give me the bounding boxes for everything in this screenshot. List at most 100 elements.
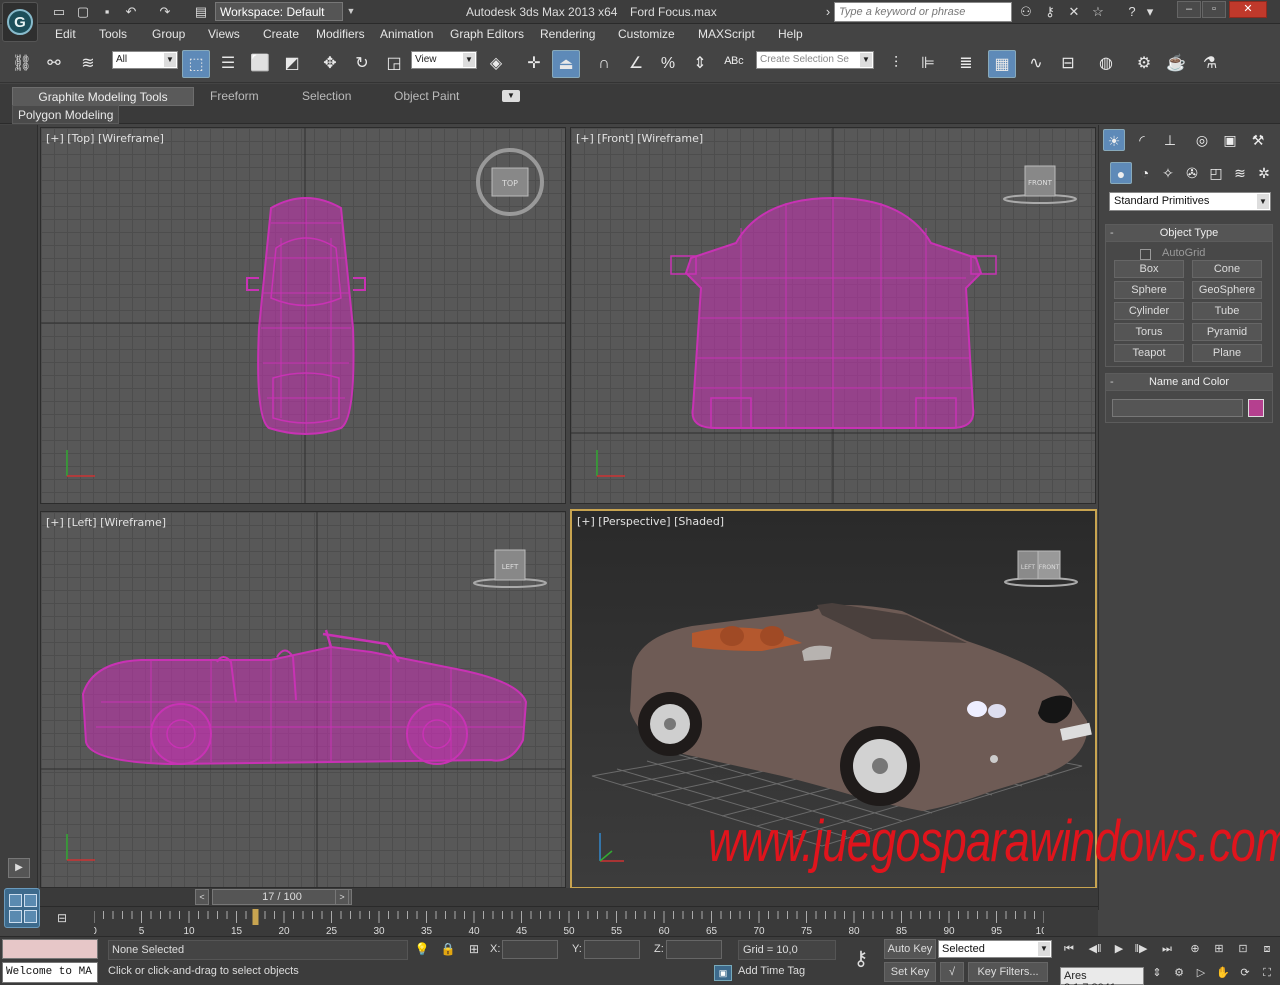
maximize-button[interactable]: ▫ (1202, 1, 1226, 18)
subscription-icon[interactable]: ⚷ (1040, 3, 1060, 21)
expand-panel-icon[interactable]: ▶ (8, 858, 30, 878)
orbit-icon[interactable]: ⟳ (1236, 965, 1254, 981)
track-bar[interactable]: ⊟ 05101520253035404550556065707580859095… (40, 906, 1098, 937)
cameras-icon[interactable]: ✇ (1181, 162, 1203, 184)
tab-object-paint[interactable]: Object Paint (384, 87, 469, 106)
zoom-icon[interactable]: ⊕ (1186, 941, 1204, 957)
set-key-button[interactable]: Set Key (884, 962, 936, 982)
menu-customize[interactable]: Customize (618, 27, 675, 41)
viewport-left[interactable]: LEFT [+] [Left] [Wireframe] (40, 511, 566, 888)
previous-frame-icon[interactable]: < (195, 889, 209, 905)
tab-freeform[interactable]: Freeform (200, 87, 269, 106)
modify-tab-icon[interactable]: ◜ (1131, 129, 1153, 151)
rollout-header[interactable]: - Name and Color (1106, 374, 1272, 391)
x-coordinate-field[interactable] (502, 940, 558, 959)
object-color-swatch[interactable] (1248, 399, 1264, 417)
communication-icon[interactable]: ✕ (1064, 3, 1084, 21)
bind-spacewarp-icon[interactable]: ≋ (74, 50, 102, 78)
viewport-label[interactable]: [+] [Top] [Wireframe] (46, 132, 164, 145)
minimize-button[interactable]: – (1177, 1, 1201, 18)
create-tab-icon[interactable]: ☀ (1103, 129, 1125, 151)
material-editor-icon[interactable]: ◍ (1092, 50, 1120, 78)
undo-icon[interactable]: ↶ (122, 3, 140, 21)
sphere-button[interactable]: Sphere (1114, 281, 1184, 299)
field-of-view-icon[interactable]: ▷ (1192, 965, 1210, 981)
geometry-icon[interactable]: ● (1110, 162, 1132, 184)
pivot-center-icon[interactable]: ◈ (482, 50, 510, 78)
unlink-icon[interactable]: ⚯ (40, 50, 68, 78)
utilities-tab-icon[interactable]: ⚒ (1247, 129, 1269, 151)
viewport-label[interactable]: [+] [Left] [Wireframe] (46, 516, 166, 529)
motion-tab-icon[interactable]: ◎ (1191, 129, 1213, 151)
autogrid-checkbox[interactable] (1140, 249, 1151, 260)
viewport-top[interactable]: TOP [+] [Top] [Wireframe] (40, 127, 566, 504)
viewport-front[interactable]: FRONT [+] [Front] [Wireframe] (570, 127, 1096, 504)
viewport-label[interactable]: [+] [Perspective] [Shaded] (577, 515, 724, 528)
spinner-icon[interactable]: ⇕ (1148, 965, 1166, 981)
select-manipulate-icon[interactable]: ✛ (520, 50, 548, 78)
scale-icon[interactable]: ◲ (380, 50, 408, 78)
menu-maxscript[interactable]: MAXScript (698, 27, 755, 41)
maximize-viewport-icon[interactable]: ⛶ (1258, 965, 1276, 981)
hierarchy-tab-icon[interactable]: ⊥ (1159, 129, 1181, 151)
pan-view-icon[interactable]: ✋ (1214, 965, 1232, 981)
tab-graphite-modeling-tools[interactable]: Graphite Modeling Tools (12, 87, 194, 106)
menu-help[interactable]: Help (778, 27, 803, 41)
edit-named-selection-icon[interactable]: ᴬᴮᶜ (720, 50, 748, 78)
menu-edit[interactable]: Edit (55, 27, 76, 41)
menu-tools[interactable]: Tools (99, 27, 127, 41)
space-warps-icon[interactable]: ≋ (1229, 162, 1251, 184)
go-to-end-icon[interactable]: ⏭ (1158, 941, 1176, 957)
z-coordinate-field[interactable] (666, 940, 722, 959)
menu-views[interactable]: Views (208, 27, 240, 41)
current-frame-marker[interactable] (252, 909, 259, 925)
maxscript-listener[interactable]: Welcome to MA (2, 962, 98, 983)
viewport-layout-icon[interactable] (4, 888, 40, 928)
next-frame-icon[interactable]: ‖▶ (1132, 941, 1150, 957)
torus-button[interactable]: Torus (1114, 323, 1184, 341)
maxscript-mini-listener-pink[interactable] (2, 939, 98, 959)
viewport-label[interactable]: [+] [Front] [Wireframe] (576, 132, 703, 145)
teapot-button[interactable]: Teapot (1114, 344, 1184, 362)
snaps-toggle-icon[interactable]: ∩ (590, 50, 618, 78)
helpers-icon[interactable]: ◰ (1205, 162, 1227, 184)
named-selection-set-dropdown[interactable]: Create Selection Se ▼ (756, 51, 874, 69)
help-icon[interactable]: ? (1122, 3, 1142, 21)
rectangular-region-icon[interactable]: ⬜ (246, 50, 274, 78)
pyramid-button[interactable]: Pyramid (1192, 323, 1262, 341)
mini-curve-editor-icon[interactable]: ⊟ (52, 911, 72, 927)
mirror-icon[interactable]: ⫶ (882, 50, 910, 78)
percent-snap-icon[interactable]: % (654, 50, 682, 78)
next-frame-icon[interactable]: > (335, 889, 349, 905)
menu-group[interactable]: Group (152, 27, 185, 41)
rollout-header[interactable]: - Object Type (1106, 225, 1272, 242)
move-icon[interactable]: ✥ (316, 50, 344, 78)
zoom-extents-icon[interactable]: ⊡ (1234, 941, 1252, 957)
schematic-view-icon[interactable]: ⊟ (1054, 50, 1082, 78)
layer-manager-icon[interactable]: ≣ (952, 50, 980, 78)
lock-selection-icon[interactable]: 🔒 (440, 941, 456, 957)
curve-editor-icon[interactable]: ∿ (1022, 50, 1050, 78)
open-file-icon[interactable]: ▢ (74, 3, 92, 21)
spinner-snap-icon[interactable]: ⇕ (686, 50, 714, 78)
save-icon[interactable]: ▪ (98, 3, 116, 21)
select-by-name-icon[interactable]: ☰ (214, 50, 242, 78)
favorites-star-icon[interactable]: ☆ (1088, 3, 1108, 21)
object-category-dropdown[interactable]: Standard Primitives ▼ (1109, 192, 1271, 211)
reference-coordinate-dropdown[interactable]: View ▼ (411, 51, 477, 69)
keyboard-shortcut-override-icon[interactable]: ⏏ (552, 50, 580, 78)
y-coordinate-field[interactable] (584, 940, 640, 959)
menu-rendering[interactable]: Rendering (540, 27, 595, 41)
go-to-start-icon[interactable]: ⏮ (1060, 941, 1078, 957)
graphite-toggle-icon[interactable]: ▦ (988, 50, 1016, 78)
menu-graph-editors[interactable]: Graph Editors (450, 27, 524, 41)
zoom-all-icon[interactable]: ⊞ (1210, 941, 1228, 957)
time-tag-icon[interactable]: ▣ (714, 965, 732, 981)
panel-polygon-modeling[interactable]: Polygon Modeling (12, 105, 120, 124)
default-in-out-tangents-icon[interactable]: √ (940, 962, 964, 982)
render-production-icon[interactable]: ⚗ (1196, 50, 1224, 78)
align-icon[interactable]: ⊫ (914, 50, 942, 78)
angle-snap-icon[interactable]: ∠ (622, 50, 650, 78)
absolute-mode-icon[interactable]: ⊞ (466, 941, 482, 957)
select-object-icon[interactable]: ⬚ (182, 50, 210, 78)
